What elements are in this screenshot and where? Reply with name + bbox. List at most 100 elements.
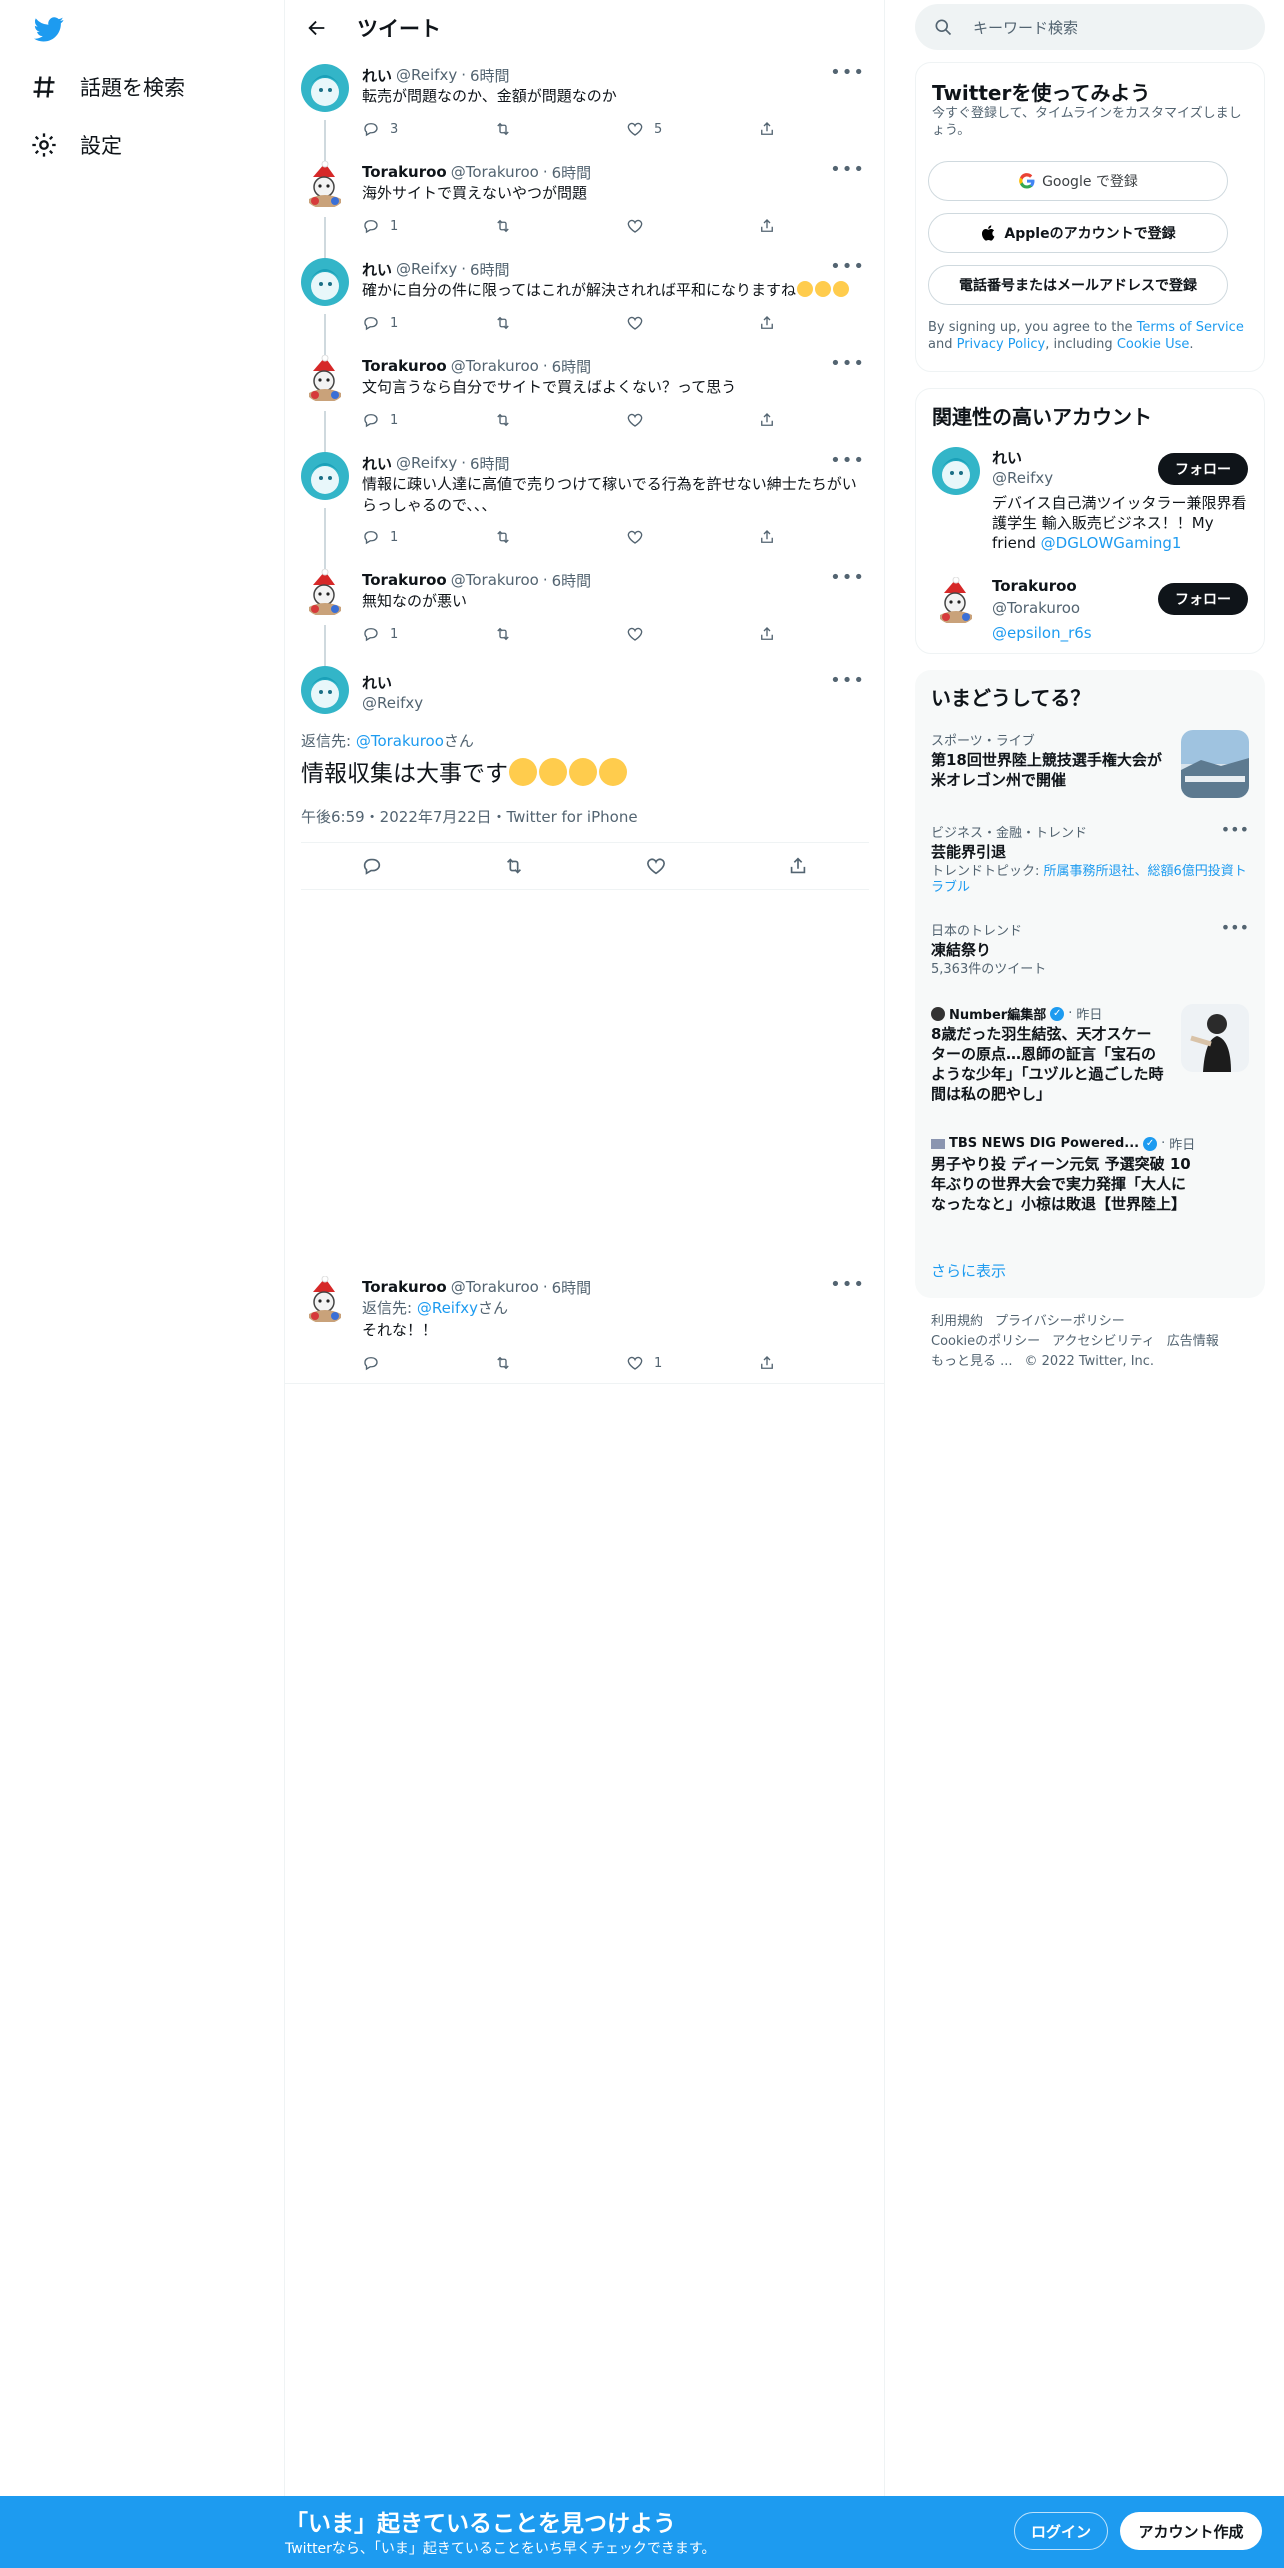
back-button[interactable]	[297, 8, 337, 48]
tweet-time[interactable]: 6時間	[470, 259, 510, 280]
share-button[interactable]	[758, 314, 788, 332]
tweet-author-name[interactable]: れい	[362, 65, 392, 86]
like-button[interactable]	[626, 314, 758, 332]
share-icon[interactable]	[787, 855, 809, 877]
tweet-item[interactable]: れい @Reifxy · 6時間 ••• 転売が問題なのか、金額が問題なのか 3…	[285, 62, 885, 161]
tweet-time[interactable]: 6時間	[552, 356, 592, 377]
avatar[interactable]	[301, 355, 349, 403]
retweet-button[interactable]	[494, 120, 626, 138]
phone-email-signup-button[interactable]: 電話番号またはメールアドレスで登録	[928, 265, 1228, 305]
nav-settings[interactable]: 設定	[30, 122, 122, 168]
signup-button[interactable]: アカウント作成	[1120, 2512, 1262, 2550]
tweet-author-name[interactable]: Torakuroo	[362, 571, 447, 589]
tweet-author-name[interactable]: れい	[362, 259, 392, 280]
google-signup-button[interactable]: Google で登録	[928, 161, 1228, 201]
tweet-time[interactable]: 6時間	[470, 453, 510, 474]
avatar[interactable]	[301, 258, 349, 306]
reply-button[interactable]: 1	[362, 411, 494, 429]
tweet-item[interactable]: れい @Reifxy · 6時間 ••• 確かに自分の件に限ってはこれが解決され…	[285, 256, 885, 355]
reply-to-link[interactable]: @Reifxy	[417, 1299, 478, 1317]
avatar[interactable]	[301, 452, 349, 500]
like-button[interactable]	[626, 217, 758, 235]
tweet-item[interactable]: Torakuroo @Torakuroo · 6時間 ••• 無知なのが悪い 1	[285, 567, 885, 666]
bio-mention-link[interactable]: @DGLOWGaming1	[1041, 534, 1182, 552]
show-more-link[interactable]: さらに表示	[931, 1260, 1006, 1281]
privacy-policy-link[interactable]: Privacy Policy	[957, 337, 1046, 352]
tweet-author-name[interactable]: Torakuroo	[362, 163, 447, 181]
avatar[interactable]	[301, 569, 349, 617]
tweet-author-handle[interactable]: @Reifxy	[396, 260, 457, 278]
footer-link[interactable]: Cookieのポリシー	[931, 1334, 1040, 1349]
tweet-author-handle[interactable]: @Torakuroo	[451, 571, 539, 589]
tweet-timestamp[interactable]: 午後6:59・2022年7月22日・Twitter for iPhone	[301, 806, 638, 827]
tweet-author-name[interactable]: Torakuroo	[362, 1278, 447, 1296]
share-button[interactable]	[758, 1354, 788, 1372]
like-button[interactable]	[626, 411, 758, 429]
avatar[interactable]	[301, 161, 349, 209]
like-button[interactable]: 5	[626, 120, 758, 138]
tweet-time[interactable]: 6時間	[552, 1277, 592, 1298]
like-button[interactable]	[626, 625, 758, 643]
share-button[interactable]	[758, 625, 788, 643]
retweet-icon[interactable]	[503, 855, 525, 877]
share-button[interactable]	[758, 411, 788, 429]
more-options-icon[interactable]: •••	[830, 567, 865, 588]
tweet-author-handle[interactable]: @Reifxy	[362, 694, 423, 712]
more-options-icon[interactable]: •••	[1221, 918, 1249, 937]
tweet-item[interactable]: Torakuroo @Torakuroo · 6時間 ••• 文句言うなら自分で…	[285, 353, 885, 452]
tweet-item[interactable]: Torakuroo @Torakuroo · 6時間 ••• 海外サイトで買えな…	[285, 152, 885, 258]
share-button[interactable]	[758, 217, 788, 235]
more-options-icon[interactable]: •••	[830, 1274, 865, 1295]
terms-of-service-link[interactable]: Terms of Service	[1137, 320, 1244, 335]
avatar[interactable]	[301, 1276, 349, 1324]
share-button[interactable]	[758, 528, 788, 546]
reply-button[interactable]: 1	[362, 625, 494, 643]
like-button[interactable]	[626, 528, 758, 546]
tweet-author-name[interactable]: Torakuroo	[362, 357, 447, 375]
like-button[interactable]: 1	[626, 1354, 758, 1372]
tweet-author-handle[interactable]: @Reifxy	[396, 66, 457, 84]
reply-button[interactable]	[362, 1354, 494, 1372]
account-handle[interactable]: @Torakuroo	[992, 599, 1080, 617]
reply-button[interactable]: 1	[362, 314, 494, 332]
reply-to-link[interactable]: @Torakuroo	[356, 732, 444, 750]
footer-link[interactable]: 利用規約	[931, 1314, 983, 1329]
tweet-author-handle[interactable]: @Torakuroo	[451, 1278, 539, 1296]
share-button[interactable]	[758, 120, 788, 138]
account-name[interactable]: れい	[992, 447, 1022, 468]
more-options-icon[interactable]: •••	[830, 159, 865, 180]
retweet-button[interactable]	[494, 528, 626, 546]
more-options-icon[interactable]: •••	[830, 670, 865, 691]
tweet-item[interactable]: れい @Reifxy · 6時間 ••• 情報に疎い人達に高値で売りつけて稼いで…	[285, 450, 885, 569]
more-options-icon[interactable]: •••	[830, 353, 865, 374]
avatar[interactable]	[301, 64, 349, 112]
tweet-author-name[interactable]: れい	[362, 453, 392, 474]
search-bar[interactable]: キーワード検索	[915, 4, 1265, 50]
apple-signup-button[interactable]: Appleのアカウントで登録	[928, 213, 1228, 253]
tweet-time[interactable]: 6時間	[470, 65, 510, 86]
bio-mention-link[interactable]: @epsilon_r6s	[992, 624, 1092, 642]
nav-explore[interactable]: 話題を検索	[30, 64, 185, 110]
retweet-button[interactable]	[494, 411, 626, 429]
footer-link[interactable]: プライバシーポリシー	[995, 1314, 1125, 1329]
tweet-author-handle[interactable]: @Torakuroo	[451, 163, 539, 181]
tweet-author-name[interactable]: れい	[362, 672, 392, 693]
login-button[interactable]: ログイン	[1014, 2512, 1108, 2550]
reply-button[interactable]: 3	[362, 120, 494, 138]
tweet-time[interactable]: 6時間	[552, 162, 592, 183]
follow-button[interactable]: フォロー	[1158, 583, 1248, 615]
more-options-icon[interactable]: •••	[830, 62, 865, 83]
avatar[interactable]	[301, 666, 349, 714]
retweet-button[interactable]	[494, 314, 626, 332]
follow-button[interactable]: フォロー	[1158, 453, 1248, 485]
retweet-button[interactable]	[494, 217, 626, 235]
more-options-icon[interactable]: •••	[1221, 820, 1249, 839]
tweet-item[interactable]: Torakuroo @Torakuroo · 6時間 ••• 返信先: @Rei…	[285, 1274, 885, 1384]
reply-button[interactable]: 1	[362, 217, 494, 235]
tweet-time[interactable]: 6時間	[552, 570, 592, 591]
reply-button[interactable]: 1	[362, 528, 494, 546]
avatar[interactable]	[932, 577, 980, 625]
footer-link[interactable]: アクセシビリティ	[1052, 1334, 1155, 1349]
reply-icon[interactable]	[361, 855, 383, 877]
account-handle[interactable]: @Reifxy	[992, 469, 1053, 487]
